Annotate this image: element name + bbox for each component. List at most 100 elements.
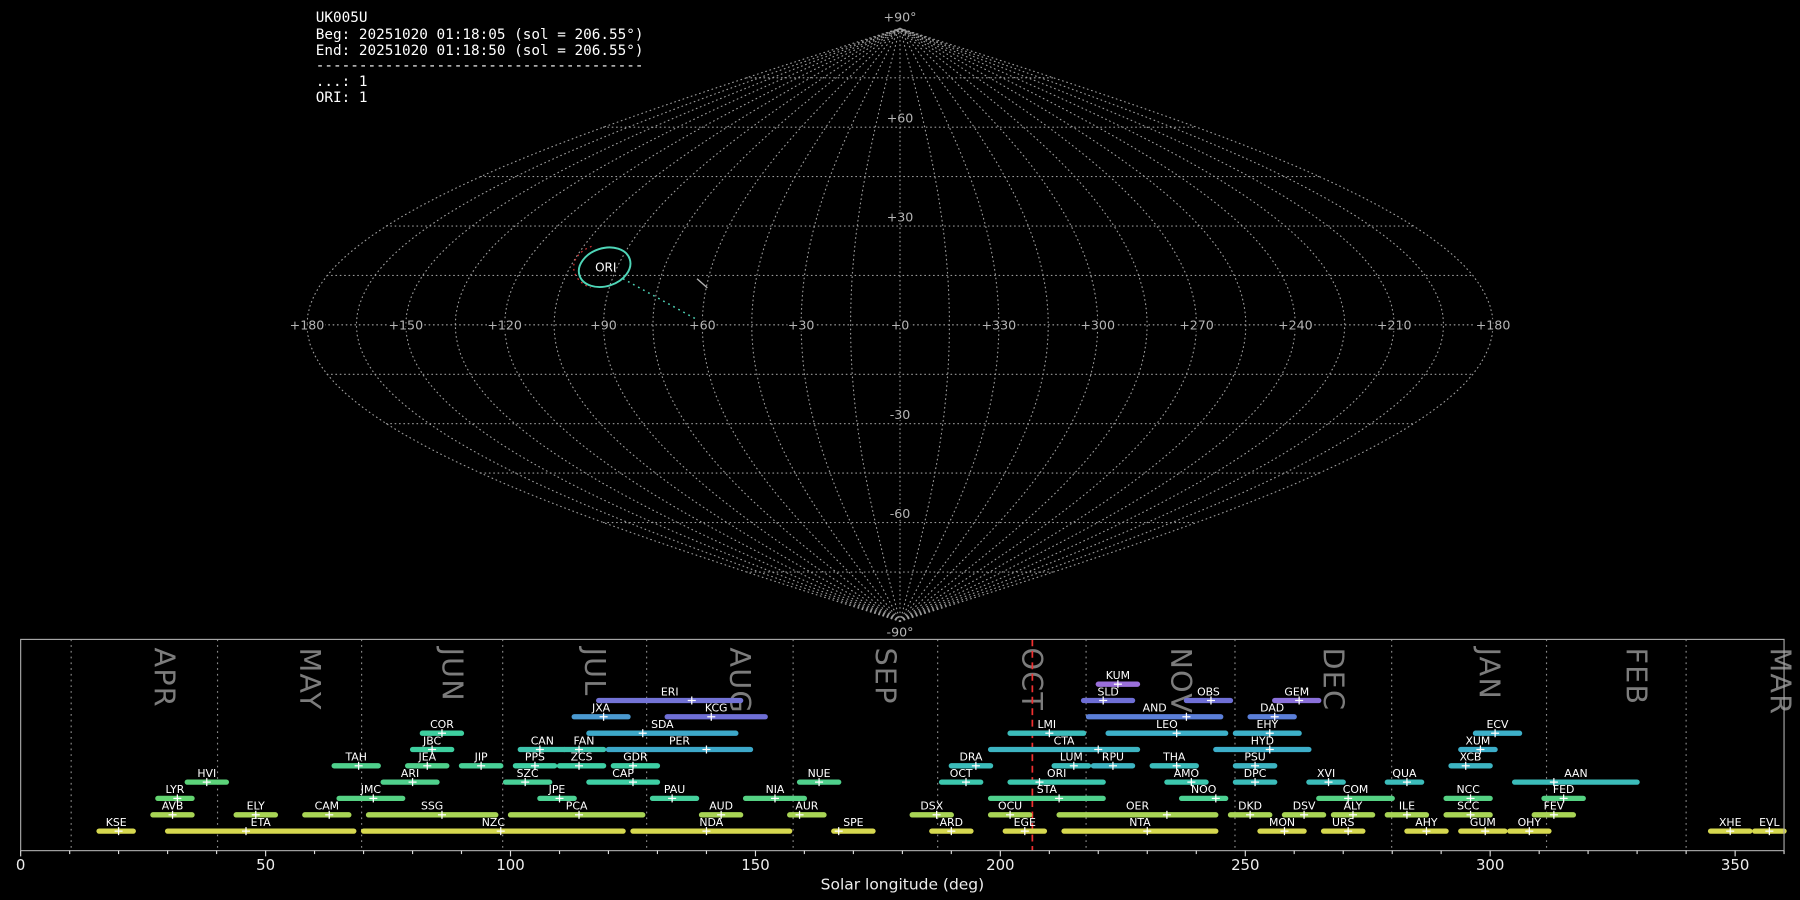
ecliptic-latitude-label: +30 bbox=[887, 209, 914, 224]
shower-code-label: JXA bbox=[591, 702, 611, 715]
shower-code-label: PAU bbox=[664, 783, 685, 796]
shower-code-label: GDR bbox=[623, 751, 648, 764]
shower-code-label: SPE bbox=[843, 816, 863, 829]
month-label: APR bbox=[148, 647, 182, 707]
month-label: JUN bbox=[435, 645, 469, 701]
shower-code-label: SSG bbox=[421, 800, 443, 813]
shower-code-label: XHE bbox=[1719, 816, 1742, 829]
shower-code-label: JEA bbox=[417, 751, 436, 764]
month-label: FEB bbox=[1620, 647, 1654, 705]
shower-code-label: LUM bbox=[1060, 751, 1083, 764]
shower-code-label: KUM bbox=[1106, 669, 1130, 682]
shower-code-label: FAN bbox=[574, 734, 595, 747]
x-axis-title: Solar longitude (deg) bbox=[821, 876, 985, 894]
x-axis-tick-label: 0 bbox=[16, 856, 25, 874]
month-label: JUL bbox=[578, 645, 612, 696]
shower-code-label: NDA bbox=[699, 816, 723, 829]
ecliptic-latitude-label: -60 bbox=[890, 506, 911, 521]
shower-code-label: CAM bbox=[315, 800, 339, 813]
session-begin-time: Beg: 20251020 01:18:05 (sol = 206.55°) bbox=[316, 27, 644, 43]
ecliptic-latitude-label: +60 bbox=[887, 111, 914, 126]
ecliptic-latitude-label: -30 bbox=[890, 407, 911, 422]
shower-code-label: ARD bbox=[940, 816, 963, 829]
shower-code-label: NUE bbox=[808, 767, 831, 780]
ecliptic-longitude-label: +240 bbox=[1278, 317, 1313, 332]
shower-code-label: EVL bbox=[1759, 816, 1780, 829]
session-end-time: End: 20251020 01:18:50 (sol = 206.55°) bbox=[316, 43, 644, 59]
shower-code-label: LYR bbox=[166, 783, 185, 796]
count-ori: ORI: 1 bbox=[316, 90, 368, 106]
shower-code-label: ZCS bbox=[571, 751, 593, 764]
x-axis-tick-label: 250 bbox=[1231, 856, 1259, 874]
shower-code-label: NZC bbox=[482, 816, 506, 829]
x-axis-tick-label: 200 bbox=[986, 856, 1014, 874]
shower-code-label: JBC bbox=[422, 734, 441, 747]
shower-code-label: NIA bbox=[766, 783, 785, 796]
shower-code-label: MON bbox=[1269, 816, 1295, 829]
shower-code-label: ALY bbox=[1344, 800, 1363, 813]
shower-code-label: EGE bbox=[1014, 816, 1036, 829]
shower-code-label: KCG bbox=[705, 702, 728, 715]
shower-code-label: JIP bbox=[474, 751, 488, 764]
month-label: MAR bbox=[1764, 647, 1798, 715]
shower-code-label: ELY bbox=[247, 800, 266, 813]
ecliptic-longitude-label: +300 bbox=[1080, 317, 1115, 332]
radiant-and-activity-plot: UK005U Beg: 20251020 01:18:05 (sol = 206… bbox=[0, 0, 1800, 900]
shower-code-label: AUD bbox=[709, 800, 733, 813]
shower-code-label: COM bbox=[1343, 783, 1369, 796]
shower-code-label: XCB bbox=[1460, 751, 1482, 764]
shower-code-label: AND bbox=[1143, 702, 1167, 715]
ecliptic-longitude-label: +180 bbox=[1476, 317, 1511, 332]
shower-code-label: PSU bbox=[1244, 751, 1265, 764]
ecliptic-latitude-label: -90° bbox=[887, 624, 914, 639]
shower-code-label: CTA bbox=[1054, 734, 1075, 747]
shower-code-label: DRA bbox=[959, 751, 983, 764]
shower-code-label: SCC bbox=[1457, 800, 1480, 813]
shower-code-label: CAN bbox=[531, 734, 554, 747]
shower-code-label: SZC bbox=[517, 767, 539, 780]
shower-code-label: DAD bbox=[1260, 702, 1284, 715]
x-axis-tick-label: 50 bbox=[256, 856, 275, 874]
shower-code-label: QUA bbox=[1392, 767, 1417, 780]
month-label: JAN bbox=[1472, 645, 1506, 699]
ecliptic-longitude-label: +0 bbox=[891, 317, 910, 332]
shower-code-label: ORI bbox=[1047, 767, 1066, 780]
ecliptic-longitude-label: +330 bbox=[982, 317, 1017, 332]
shower-code-label: URS bbox=[1332, 816, 1355, 829]
shower-code-label: OHY bbox=[1518, 816, 1542, 829]
shower-code-label: JPE bbox=[548, 783, 566, 796]
x-axis-tick-label: 100 bbox=[496, 856, 524, 874]
shower-code-label: SLD bbox=[1097, 685, 1118, 698]
shower-code-label: ARI bbox=[401, 767, 419, 780]
ecliptic-longitude-label: +60 bbox=[689, 317, 716, 332]
shower-code-label: GEM bbox=[1284, 685, 1309, 698]
shower-code-label: EHY bbox=[1256, 718, 1278, 731]
count-sporadic: ...: 1 bbox=[316, 74, 368, 90]
shower-code-label: AMO bbox=[1174, 767, 1199, 780]
shower-code-label: ECV bbox=[1487, 718, 1509, 731]
shower-code-label: LEO bbox=[1156, 718, 1178, 731]
ecliptic-longitude-label: +150 bbox=[388, 317, 423, 332]
ecliptic-longitude-label: +180 bbox=[290, 317, 325, 332]
shower-code-label: DPC bbox=[1244, 767, 1267, 780]
shower-code-label: AAN bbox=[1564, 767, 1587, 780]
shower-code-label: ILE bbox=[1399, 800, 1415, 813]
shower-code-label: CAP bbox=[612, 767, 634, 780]
shower-code-label: KSE bbox=[106, 816, 127, 829]
month-label: DEC bbox=[1317, 647, 1351, 711]
shower-code-label: FED bbox=[1553, 783, 1575, 796]
shower-code-label: PPS bbox=[525, 751, 545, 764]
shower-code-label: AHY bbox=[1415, 816, 1438, 829]
shower-code-label: PER bbox=[669, 734, 690, 747]
shower-code-label: ERI bbox=[661, 685, 679, 698]
shower-code-label: AVB bbox=[162, 800, 184, 813]
shower-code-label: HVI bbox=[197, 767, 216, 780]
x-axis-tick-label: 350 bbox=[1721, 856, 1749, 874]
ecliptic-latitude-label: +90° bbox=[884, 9, 917, 24]
shower-code-label: JMC bbox=[360, 783, 382, 796]
shower-code-label: GUM bbox=[1470, 816, 1496, 829]
ecliptic-longitude-label: +210 bbox=[1377, 317, 1412, 332]
x-axis-tick-label: 300 bbox=[1476, 856, 1504, 874]
shower-code-label: OER bbox=[1126, 800, 1149, 813]
shower-code-label: TAH bbox=[344, 751, 366, 764]
